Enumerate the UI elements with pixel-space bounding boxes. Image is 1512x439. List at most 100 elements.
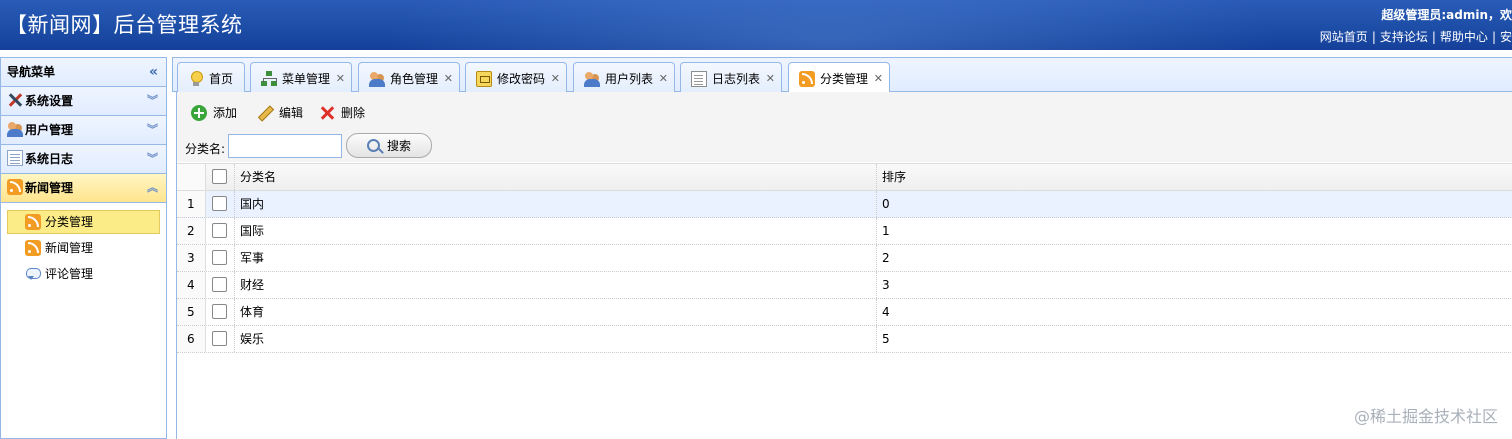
tab-category-management[interactable]: 分类管理 ✕ — [788, 62, 890, 94]
tab-menu-management[interactable]: 菜单管理 ✕ — [250, 62, 352, 93]
sort-cell: 2 — [882, 251, 890, 265]
row-checkbox-cell — [206, 191, 235, 217]
link-help[interactable]: 帮助中心 — [1440, 30, 1488, 44]
search-label: 分类名: — [185, 142, 226, 156]
tab-role-management[interactable]: 角色管理 ✕ — [358, 62, 460, 93]
close-icon[interactable]: ✕ — [659, 71, 668, 87]
sort-cell: 3 — [882, 278, 890, 292]
sidebar-item-category-management[interactable]: 分类管理 — [7, 210, 160, 234]
comment-icon — [25, 266, 41, 282]
tools-icon — [7, 92, 23, 108]
key-icon — [476, 71, 492, 87]
column-header-sort[interactable]: 排序 — [877, 164, 1512, 190]
row-checkbox-cell — [206, 245, 235, 271]
rss-icon — [25, 240, 41, 256]
category-name-search-input[interactable] — [228, 134, 342, 158]
row-checkbox[interactable] — [212, 277, 227, 292]
panel-system-log[interactable]: 系统日志 ︾ — [1, 145, 166, 174]
row-number-header — [177, 164, 206, 190]
category-name-cell: 国内 — [235, 191, 877, 217]
link-separator: | — [1491, 30, 1496, 44]
row-checkbox-cell — [206, 218, 235, 244]
row-checkbox-cell — [206, 299, 235, 325]
row-checkbox[interactable] — [212, 304, 227, 319]
tab-label: 日志列表 — [712, 72, 761, 86]
panel-news-management[interactable]: 新闻管理 ︽ — [1, 174, 166, 203]
table-row[interactable]: 2 国际 1 — [177, 218, 1512, 245]
table-row[interactable]: 6 娱乐 5 — [177, 326, 1512, 353]
row-number: 3 — [177, 245, 206, 271]
table-row[interactable]: 4 财经 3 — [177, 272, 1512, 299]
sidebar-item-news-management[interactable]: 新闻管理 — [7, 236, 160, 260]
delete-icon — [319, 105, 335, 121]
users-icon — [7, 121, 23, 137]
tab-log-list[interactable]: 日志列表 ✕ — [680, 62, 782, 93]
tab-label: 用户列表 — [605, 72, 654, 86]
news-submenu: 分类管理 新闻管理 评论管理 — [1, 203, 166, 286]
table-row[interactable]: 3 军事 2 — [177, 245, 1512, 272]
grid-header-row: 分类名 排序 — [177, 163, 1512, 191]
row-checkbox[interactable] — [212, 331, 227, 346]
panel-label: 新闻管理 — [25, 181, 74, 195]
category-name-cell: 财经 — [235, 272, 877, 298]
nav-sidebar: 导航菜单 « 系统设置 ︾ 用户管理 ︾ 系统日志 ︾ 新闻管理 ︽ 分类管理 … — [0, 57, 167, 439]
add-button-label: 添加 — [213, 106, 238, 120]
tab-label: 首页 — [209, 72, 234, 86]
row-checkbox[interactable] — [212, 196, 227, 211]
sort-cell: 5 — [882, 332, 890, 346]
column-header-name[interactable]: 分类名 — [235, 164, 877, 190]
close-icon[interactable]: ✕ — [551, 71, 560, 87]
rss-icon — [25, 214, 41, 230]
rss-icon — [7, 179, 23, 195]
close-icon[interactable]: ✕ — [336, 71, 345, 87]
row-checkbox[interactable] — [212, 250, 227, 265]
tab-bar: 首页 菜单管理 ✕ 角色管理 ✕ 修改密码 ✕ 用户列表 ✕ 日志列表 ✕ 分类… — [172, 57, 1512, 94]
sort-cell: 4 — [882, 305, 890, 319]
close-icon[interactable]: ✕ — [874, 71, 883, 87]
close-icon[interactable]: ✕ — [766, 71, 775, 87]
sidebar-item-comment-management[interactable]: 评论管理 — [7, 262, 160, 286]
pencil-icon — [257, 105, 273, 121]
link-site-home[interactable]: 网站首页 — [1320, 30, 1368, 44]
nav-menu-title-label: 导航菜单 — [7, 65, 56, 79]
row-number: 5 — [177, 299, 206, 325]
tab-change-password[interactable]: 修改密码 ✕ — [465, 62, 567, 93]
panel-label: 用户管理 — [25, 123, 74, 137]
edit-button[interactable]: 编辑 — [257, 103, 303, 125]
log-icon — [7, 150, 23, 166]
collapse-sidebar-icon[interactable]: « — [149, 58, 158, 87]
delete-button[interactable]: 删除 — [319, 103, 365, 125]
panel-user-management[interactable]: 用户管理 ︾ — [1, 116, 166, 145]
row-checkbox[interactable] — [212, 223, 227, 238]
top-banner: 【新闻网】后台管理系统 超级管理员:admin，欢 网站首页 | 支持论坛 | 帮助中心… — [0, 0, 1512, 50]
search-button[interactable]: 搜索 — [346, 133, 432, 158]
app-title: 【新闻网】后台管理系统 — [6, 13, 243, 37]
category-name-cell: 体育 — [235, 299, 877, 325]
link-security[interactable]: 安 — [1500, 30, 1512, 44]
nav-menu-title: 导航菜单 « — [1, 58, 166, 87]
toolbar: 添加 编辑 删除 分类名: 搜索 — [177, 92, 1512, 162]
top-links: 网站首页 | 支持论坛 | 帮助中心 | 安 — [1320, 28, 1512, 45]
tab-label: 分类管理 — [820, 72, 869, 86]
panel-system-settings[interactable]: 系统设置 ︾ — [1, 87, 166, 116]
users-icon — [584, 71, 600, 87]
link-separator: | — [1371, 30, 1376, 44]
add-button[interactable]: 添加 — [191, 103, 237, 125]
tab-home[interactable]: 首页 — [177, 62, 245, 93]
bulb-icon — [188, 71, 204, 87]
add-icon — [191, 105, 207, 121]
table-row[interactable]: 5 体育 4 — [177, 299, 1512, 326]
users-icon — [369, 71, 385, 87]
link-forum[interactable]: 支持论坛 — [1380, 30, 1428, 44]
tab-label: 角色管理 — [390, 72, 439, 86]
row-checkbox-cell — [206, 272, 235, 298]
doc-icon — [691, 71, 707, 87]
close-icon[interactable]: ✕ — [444, 71, 453, 87]
watermark: @稀土掘金技术社区 — [1353, 407, 1498, 426]
expand-icon: ︾ — [147, 123, 158, 136]
tab-label: 菜单管理 — [282, 72, 331, 86]
select-all-checkbox[interactable] — [212, 169, 227, 184]
row-number: 4 — [177, 272, 206, 298]
table-row[interactable]: 1 国内 0 — [177, 191, 1512, 218]
tab-user-list[interactable]: 用户列表 ✕ — [573, 62, 675, 93]
